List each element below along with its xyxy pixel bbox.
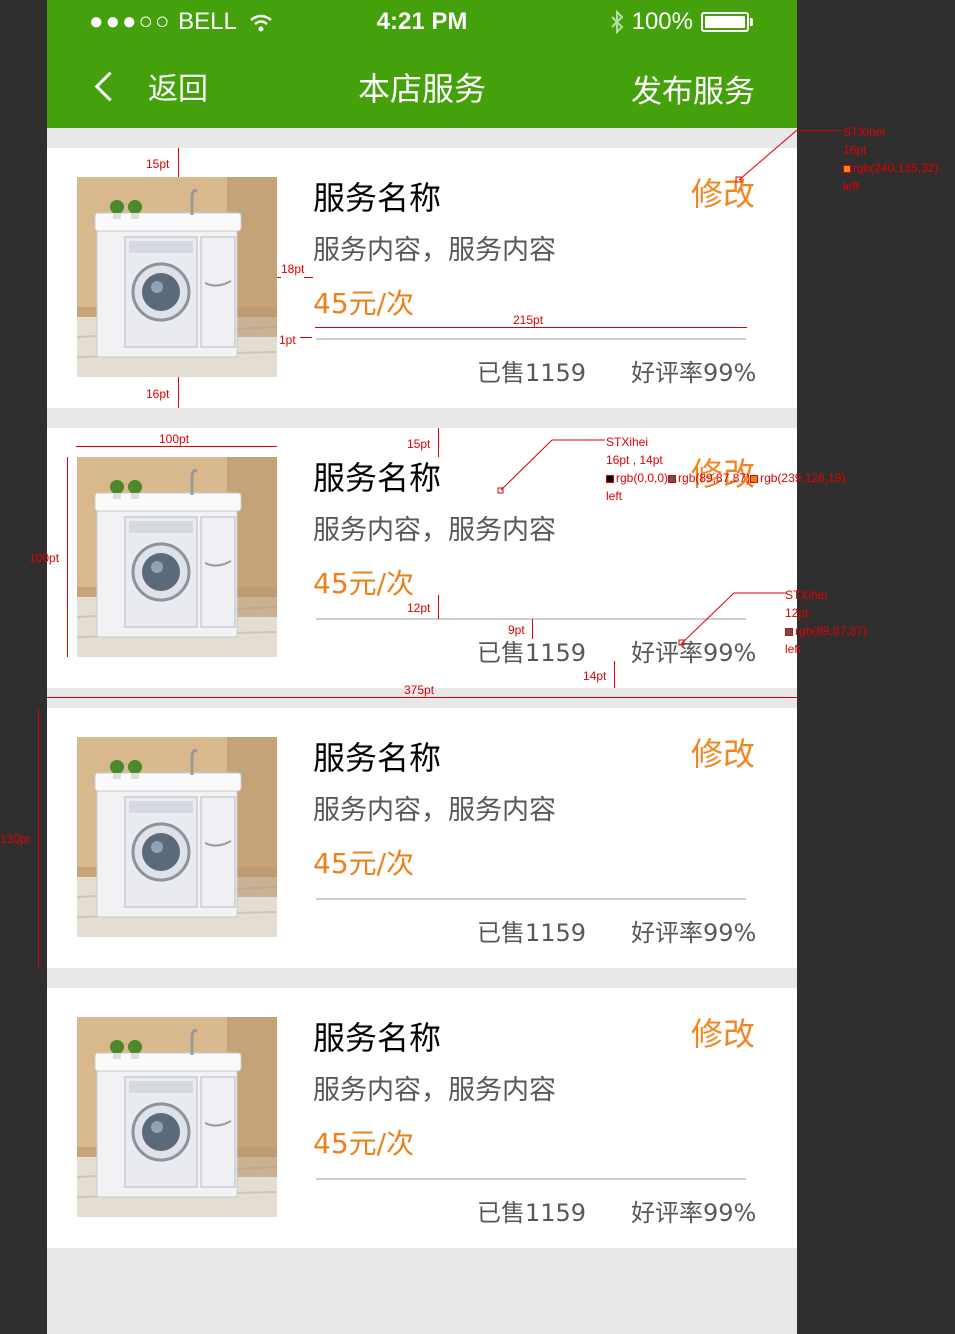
anno-100pt-w: 100pt	[159, 432, 190, 446]
anno-100pt-h: 100pt	[29, 551, 60, 565]
rating-percent: 好评率99%	[631, 919, 757, 947]
service-price: 45元/次	[313, 1127, 415, 1160]
service-card[interactable]: 服务名称 服务内容，服务内容 45元/次 修改 已售1159 好评率99%	[47, 148, 797, 408]
anno-15pt-b: 15pt	[407, 437, 431, 451]
service-card[interactable]: 服务名称 服务内容，服务内容 45元/次 修改 已售1159 好评率99%	[47, 708, 797, 968]
measure-line	[532, 619, 533, 639]
service-thumbnail	[77, 457, 277, 657]
back-button[interactable]: 返回	[93, 66, 208, 107]
callout-line	[797, 130, 841, 131]
service-price: 45元/次	[313, 287, 415, 320]
small-text-spec: STXihei 12pt rgb(89,87,87) left	[785, 588, 868, 656]
sold-count: 已售1159	[477, 919, 587, 947]
edit-service-button[interactable]: 修改	[691, 1009, 755, 1055]
service-price: 45元/次	[313, 567, 415, 600]
anno-16pt: 16pt	[146, 385, 170, 403]
service-description: 服务内容，服务内容	[313, 515, 556, 546]
service-thumbnail	[77, 177, 277, 377]
service-description: 服务内容，服务内容	[313, 795, 556, 826]
divider	[316, 338, 746, 340]
text-spec: STXihei 16pt , 14pt rgb(0,0,0) rgb(89,87,…	[606, 435, 846, 503]
bluetooth-icon	[610, 10, 624, 34]
rating-percent: 好评率99%	[631, 359, 757, 387]
battery-icon	[701, 12, 753, 32]
back-label: 返回	[148, 72, 208, 107]
anno-215pt: 215pt	[513, 313, 544, 327]
anno-9pt: 9pt	[508, 623, 525, 637]
anno-1pt: 1pt	[279, 333, 296, 347]
measure-line	[614, 661, 615, 688]
anno-12pt: 12pt	[407, 601, 431, 615]
service-thumbnail	[77, 1017, 277, 1217]
measure-line	[38, 708, 39, 968]
anno-375pt: 375pt	[404, 683, 435, 697]
divider	[316, 898, 746, 900]
publish-service-button[interactable]: 发布服务	[631, 66, 755, 111]
service-description: 服务内容，服务内容	[313, 235, 556, 266]
callout-line	[735, 129, 798, 183]
service-name: 服务名称	[313, 459, 442, 497]
measure-line	[300, 337, 312, 338]
status-bar: ●●●○○ BELL 4:21 PM 100%	[47, 0, 797, 44]
anno-18pt: 18pt	[281, 260, 305, 278]
nav-bar: 返回 本店服务 发布服务	[47, 44, 797, 128]
status-right: 100%	[610, 8, 753, 36]
anno-15pt: 15pt	[146, 155, 170, 173]
edit-spec: STXihei 16pt rgb(240,135,32) left	[843, 125, 939, 193]
service-card[interactable]: 服务名称 服务内容，服务内容 45元/次 修改 已售1159 好评率99%	[47, 988, 797, 1248]
callout-line	[678, 592, 786, 646]
service-thumbnail	[77, 737, 277, 937]
edit-service-button[interactable]: 修改	[691, 729, 755, 775]
service-description: 服务内容，服务内容	[313, 1075, 556, 1106]
service-name: 服务名称	[313, 739, 442, 777]
callout-line	[497, 439, 605, 494]
anno-130pt: 130pt	[0, 832, 31, 846]
service-name: 服务名称	[313, 179, 442, 217]
measure-line	[438, 428, 439, 457]
measure-line	[178, 377, 179, 408]
anno-14pt: 14pt	[583, 669, 607, 683]
phone-screen: ●●●○○ BELL 4:21 PM 100% 返回 本店服务 发布服务 服务名…	[47, 0, 797, 1334]
chevron-left-icon	[94, 71, 125, 101]
measure-line	[438, 595, 439, 619]
service-price: 45元/次	[313, 847, 415, 880]
rating-percent: 好评率99%	[631, 1199, 757, 1227]
service-name: 服务名称	[313, 1019, 442, 1057]
divider	[316, 1178, 746, 1180]
battery-percent: 100%	[631, 8, 693, 35]
measure-line	[67, 457, 68, 657]
measure-line	[178, 148, 179, 177]
sold-count: 已售1159	[477, 1199, 587, 1227]
sold-count: 已售1159	[477, 359, 587, 387]
